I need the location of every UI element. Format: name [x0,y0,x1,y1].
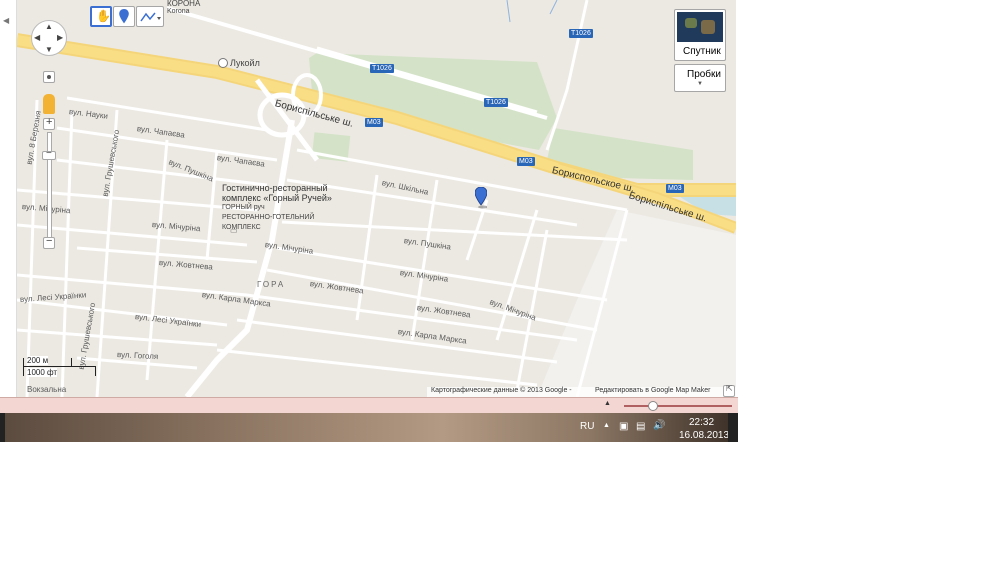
scale-metric: 200 м [27,356,49,365]
taskbar-right-edge [728,413,738,442]
hand-icon: ✋ [96,9,111,23]
scale-imperial: 1000 фт [27,368,58,377]
center-button[interactable] [43,71,55,83]
scale-line [23,366,95,367]
dot-icon [47,75,51,79]
pan-down-icon[interactable]: ▼ [45,45,53,54]
clock-date[interactable]: 16.08.2013 [679,430,729,441]
flag-icon[interactable]: ▣ [619,421,628,432]
pin-icon [119,9,129,24]
globe-thumbnail [677,12,723,42]
street-view-pegman-icon[interactable] [43,94,55,114]
poi-line: ГОРНЫЙ руч [222,204,265,211]
minus-icon: − [46,235,53,247]
network-icon[interactable]: ▤ [636,421,645,432]
polyline-icon [140,12,161,22]
satellite-button[interactable]: Спутник [674,9,726,61]
town-sublabel: Korona [167,8,190,15]
route-shield-t1026: T1026 [484,98,508,107]
zoom-in-button[interactable]: + [43,116,55,130]
media-strip: ▲ [0,397,738,413]
pan-control[interactable]: ▲ ▼ ◀ ▶ [31,20,67,56]
zoom-out-button[interactable]: − [43,235,55,249]
edit-map-link[interactable]: Редактировать в Google Map Maker [595,387,711,394]
attribution-text: Картографические данные © 2013 Google - [431,387,572,394]
drag-tool-button[interactable]: ✋ [90,6,112,27]
zoom-slider-thumb[interactable]: − [42,148,56,160]
chevron-down-icon: ▼ [697,81,703,87]
hotel-icon: ▭ [230,226,238,235]
route-shield-t1026: T1026 [569,29,593,38]
street-label: Вокзальна [27,385,67,394]
poi-line: Гостинично-ресторанный [222,183,328,193]
resize-corner-icon[interactable]: ⇱ [723,384,735,397]
minus-icon: − [46,148,52,159]
language-indicator[interactable]: RU [580,421,594,432]
pan-right-icon[interactable]: ▶ [57,33,63,42]
map-canvas[interactable]: Бориспільське ш. Бориспольское ш. Борисп… [17,0,736,397]
pan-up-icon[interactable]: ▲ [45,22,53,31]
tray-expand-icon[interactable]: ▲ [603,422,610,429]
clock-time[interactable]: 22:32 [689,417,714,428]
district-label: ГОРА [257,280,286,289]
left-sidebar-edge: ◀ [0,0,17,397]
poi-hotel: Гостинично-ресторанный комплекс «Горный … [222,183,332,233]
gas-station-icon [218,58,228,68]
attribution-bar: Картографические данные © 2013 Google - … [427,387,736,397]
route-shield-m03: M03 [365,118,383,127]
traffic-label: Пробки [687,69,721,80]
route-shield-m03: M03 [666,184,684,193]
taskbar: RU ▲ ▣ ▤ 🔊 22:32 16.08.2013 [0,413,738,442]
poi-line: комплекс «Горный Ручей» [222,193,332,203]
pan-left-icon[interactable]: ◀ [34,33,40,42]
plus-icon: + [46,116,53,128]
taskbar-left-edge [0,413,5,442]
gas-station-label: Лукойл [230,58,260,68]
scale-bar: 200 м 1000 фт [23,356,99,378]
poi-line: КОМПЛЕКС [222,224,261,231]
satellite-label: Спутник [683,46,721,57]
traffic-button[interactable]: Пробки ▼ [674,64,726,92]
route-shield-m03: M03 [517,157,535,166]
line-tool-button[interactable] [136,6,164,27]
volume-slider-thumb[interactable] [648,401,658,411]
collapse-arrow-icon[interactable]: ◀ [3,16,9,25]
triangle-up-icon: ▲ [604,400,611,407]
route-shield-t1026: T1026 [370,64,394,73]
location-marker-icon[interactable] [475,187,487,209]
poi-line: РЕСТОРАННО-ГОТЕЛЬНИЙ [222,214,315,221]
speaker-icon[interactable]: 🔊 [653,420,665,431]
volume-slider-track[interactable] [624,405,732,407]
marker-tool-button[interactable] [113,6,135,27]
